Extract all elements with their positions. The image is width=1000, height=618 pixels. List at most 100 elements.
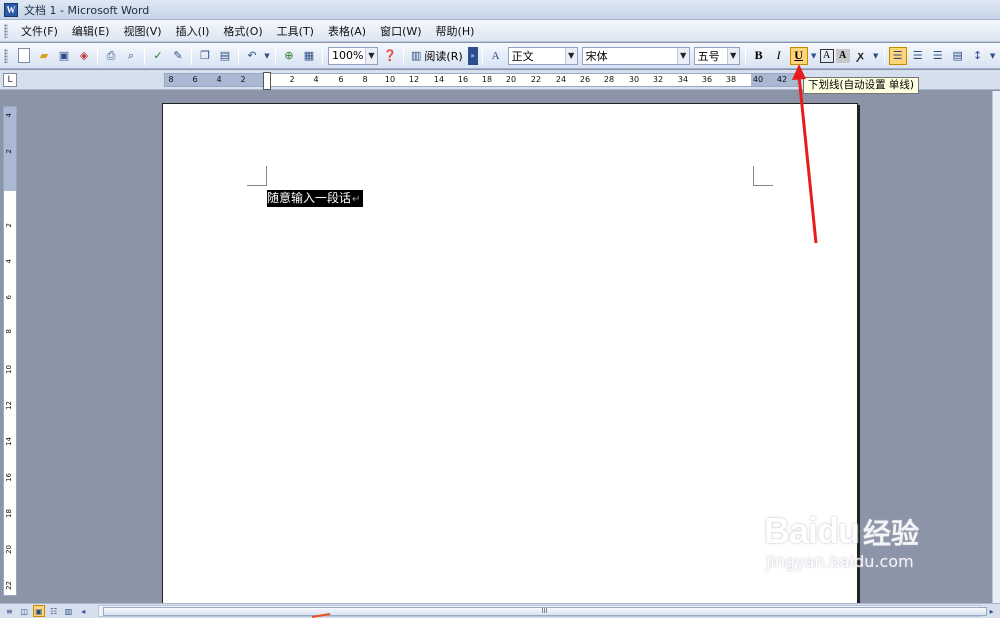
help-icon[interactable]: ❓ (381, 47, 399, 65)
menu-view[interactable]: 视图(V) (116, 21, 168, 41)
web-view-icon[interactable]: ◫ (18, 605, 31, 617)
ruler-tick-label: 18 (481, 75, 493, 84)
chevron-down-icon[interactable]: ▼ (726, 47, 739, 64)
menu-insert[interactable]: 插入(I) (169, 21, 217, 41)
watermark-url: jingyan.baidu.com (766, 552, 914, 571)
text-effect-icon[interactable]: ꭗ (852, 47, 870, 65)
ruler-tick-label: 24 (555, 75, 567, 84)
menu-help[interactable]: 帮助(H) (429, 21, 482, 41)
font-value: 宋体 (585, 49, 608, 63)
toolbar-separator (883, 46, 885, 65)
menu-table[interactable]: 表格(A) (321, 21, 373, 41)
margin-corner-mark (247, 166, 267, 186)
view-and-scroll-bar: ≡ ◫ ▣ ☷ ▥ ◂ III ▸ (0, 603, 1000, 618)
toolbar-grip-handle[interactable] (4, 48, 8, 63)
print-layout-view-icon[interactable]: ▣ (32, 605, 46, 617)
italic-button[interactable]: I (770, 47, 788, 65)
ruler-tick-label: 22 (5, 581, 13, 590)
font-select[interactable]: 宋体 ▼ (581, 46, 690, 65)
underline-button[interactable]: U (789, 46, 808, 65)
menu-tools[interactable]: 工具(T) (270, 21, 321, 41)
hyperlink-icon[interactable]: ⊕ (280, 47, 298, 65)
undo-icon[interactable]: ↶ (243, 47, 261, 65)
new-document-icon[interactable] (18, 48, 30, 63)
line-spacing-icon[interactable]: ↕ (969, 47, 987, 65)
ruler-tick-label: 6 (5, 295, 13, 300)
align-center-icon[interactable]: ☰ (909, 47, 927, 65)
menu-format[interactable]: 格式(O) (216, 21, 269, 41)
distributed-align-icon[interactable]: ▤ (949, 47, 967, 65)
permission-icon[interactable]: ◈ (75, 47, 93, 65)
ruler-tick-label: 8 (362, 75, 368, 84)
horizontal-ruler[interactable]: 8 6 4 2 2 4 6 8 10 12 14 16 18 20 22 24 … (164, 72, 798, 90)
align-justify-icon[interactable]: ☰ (888, 46, 907, 65)
print-icon[interactable]: ⎙ (102, 47, 120, 65)
reading-view-icon[interactable]: ▥ (62, 605, 75, 617)
copy-icon[interactable]: ❐ (196, 47, 214, 65)
ruler-tick-label: 32 (652, 75, 664, 84)
scroll-right-icon[interactable]: ▸ (985, 605, 998, 617)
style-select[interactable]: 正文 ▼ (507, 46, 578, 65)
toolbar-separator (144, 46, 145, 65)
insert-table-icon[interactable]: ▦ (300, 47, 318, 65)
first-line-indent-marker[interactable] (263, 72, 271, 90)
outline-view-icon[interactable]: ☷ (47, 605, 60, 617)
title-bar: W 文档 1 - Microsoft Word (0, 0, 1000, 20)
toolbar-separator (322, 46, 323, 65)
bold-button[interactable]: B (750, 47, 768, 65)
ruler-tick-label: 8 (5, 329, 13, 334)
selected-text: 随意输入一段话 (267, 191, 352, 205)
ruler-tick-label: 30 (628, 75, 640, 84)
character-border-button[interactable]: A (819, 48, 834, 63)
ruler-tick-label: 6 (338, 75, 344, 84)
baidu-jingyan-watermark: Baidu 经验 jingyan.baidu.com (764, 510, 919, 571)
toolbar-separator (403, 46, 404, 65)
zoom-select[interactable]: 100% ▼ (328, 46, 378, 65)
toolbar-separator (275, 46, 276, 65)
document-page[interactable]: 随意输入一段话↵ (162, 103, 858, 603)
chevron-down-icon[interactable]: ▼ (365, 47, 377, 64)
research-icon[interactable]: ✎ (169, 47, 187, 65)
toolbar-separator (744, 46, 746, 65)
horizontal-scroll-thumb[interactable]: III (102, 607, 987, 616)
horizontal-scrollbar[interactable]: III (97, 605, 987, 617)
toolbar-separator (191, 46, 192, 65)
line-spacing-dropdown-icon[interactable]: ▼ (989, 47, 997, 65)
selected-text-line[interactable]: 随意输入一段话↵ (267, 190, 364, 207)
save-icon[interactable]: ▣ (55, 47, 73, 65)
character-shading-button[interactable]: A (835, 48, 850, 63)
word-app-icon[interactable]: W (4, 2, 18, 17)
zoom-value: 100% (332, 49, 364, 62)
window-title: 文档 1 - Microsoft Word (24, 3, 150, 17)
ruler-tick-label: 2 (240, 75, 246, 84)
font-size-select[interactable]: 五号 ▼ (693, 46, 740, 65)
open-folder-icon[interactable]: ▰ (35, 47, 53, 65)
undo-dropdown-icon[interactable]: ▼ (263, 47, 271, 65)
menu-window[interactable]: 窗口(W) (373, 21, 428, 41)
underline-dropdown-icon[interactable]: ▼ (810, 47, 818, 65)
chevron-down-icon[interactable]: ▼ (564, 47, 577, 64)
ruler-tick-label: 42 (776, 75, 788, 84)
print-preview-icon[interactable]: ⌕ (122, 47, 140, 65)
ruler-tick-label: 2 (5, 149, 13, 154)
vertical-ruler[interactable]: 4 2 2 4 6 8 10 12 14 16 18 20 22 (3, 106, 17, 596)
styles-formatting-icon[interactable]: A (487, 47, 505, 65)
ruler-tick-label: 12 (5, 401, 13, 410)
menu-edit[interactable]: 编辑(E) (65, 21, 117, 41)
chevron-down-icon[interactable]: ▼ (676, 47, 689, 64)
paste-icon[interactable]: ▤ (216, 47, 234, 65)
vertical-scrollbar[interactable] (992, 91, 1000, 603)
normal-view-icon[interactable]: ≡ (3, 605, 16, 617)
tab-stop-selector[interactable]: L (3, 73, 17, 87)
align-right-icon[interactable]: ☰ (929, 47, 947, 65)
text-effect-dropdown-icon[interactable]: ▼ (872, 47, 880, 65)
menu-grip-handle[interactable] (4, 23, 8, 38)
ruler-tick-label: 10 (384, 75, 396, 84)
scroll-left-icon[interactable]: ◂ (77, 605, 90, 617)
read-mode-button[interactable]: ▥ 阅读(R) (407, 47, 467, 65)
ruler-tick-label: 4 (313, 75, 319, 84)
toolbar-separator (481, 46, 483, 65)
spelling-check-icon[interactable]: ✓ (149, 47, 167, 65)
menu-file[interactable]: 文件(F) (14, 21, 65, 41)
toolbar-overflow-icon[interactable]: » (467, 46, 478, 65)
